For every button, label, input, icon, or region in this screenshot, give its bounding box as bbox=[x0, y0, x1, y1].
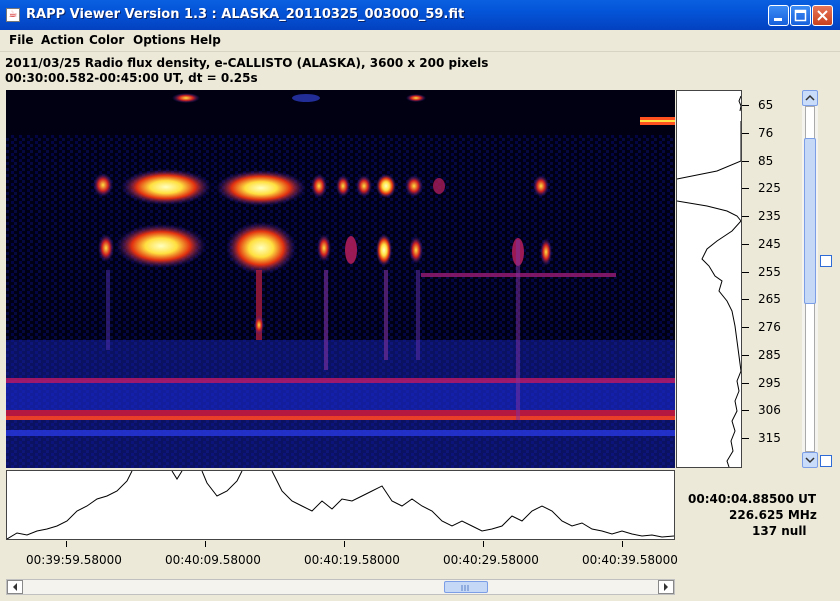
frequency-axis: 65 76 85 225 235 245 255 265 276 285 295… bbox=[742, 90, 798, 468]
close-icon bbox=[817, 10, 828, 21]
info-line-2: 00:30:00.582-00:45:00 UT, dt = 0.25s bbox=[5, 71, 258, 85]
spectrogram-plot[interactable] bbox=[6, 90, 675, 468]
time-axis: 00:39:59.58000 00:40:09.58000 00:40:19.5… bbox=[6, 541, 678, 571]
freq-label: 225 bbox=[758, 181, 781, 195]
minimize-icon bbox=[774, 18, 782, 21]
time-label: 00:40:39.58000 bbox=[582, 553, 678, 567]
scroll-left-button[interactable] bbox=[7, 580, 23, 594]
contrast-slider-knob[interactable] bbox=[820, 255, 832, 267]
grip-icon bbox=[461, 585, 469, 591]
horizontal-scroll-thumb[interactable] bbox=[444, 581, 488, 593]
time-label: 00:40:09.58000 bbox=[165, 553, 261, 567]
time-label: 00:40:29.58000 bbox=[443, 553, 539, 567]
freq-label: 295 bbox=[758, 376, 781, 390]
freq-label: 285 bbox=[758, 348, 781, 362]
menu-action[interactable]: Action bbox=[41, 33, 84, 47]
scroll-right-button[interactable] bbox=[658, 580, 674, 594]
light-curve-plot bbox=[6, 470, 675, 540]
vertical-scroll-thumb[interactable] bbox=[804, 138, 816, 304]
java-app-icon: ☕ bbox=[6, 8, 20, 22]
menu-bar: File Action Color Options Help bbox=[0, 30, 840, 52]
freq-label: 65 bbox=[758, 98, 774, 112]
menu-color[interactable]: Color bbox=[89, 33, 124, 47]
close-button[interactable] bbox=[812, 5, 833, 26]
spectrum-profile-plot bbox=[676, 90, 742, 468]
spectrum-profile-line bbox=[676, 95, 742, 468]
cursor-frequency-readout: 226.625 MHz bbox=[729, 508, 817, 522]
window-titlebar: ☕ RAPP Viewer Version 1.3 : ALASKA_20110… bbox=[0, 0, 840, 30]
freq-label: 276 bbox=[758, 320, 781, 334]
light-curve-line bbox=[6, 470, 675, 540]
time-label: 00:40:19.58000 bbox=[304, 553, 400, 567]
maximize-button[interactable] bbox=[790, 5, 811, 26]
menu-options[interactable]: Options bbox=[133, 33, 186, 47]
freq-label: 76 bbox=[758, 126, 774, 140]
arrow-right-icon bbox=[664, 583, 668, 591]
menu-help[interactable]: Help bbox=[190, 33, 221, 47]
freq-label: 265 bbox=[758, 292, 781, 306]
spectrogram-image bbox=[6, 90, 675, 468]
menu-file[interactable]: File bbox=[9, 33, 34, 47]
minimize-button[interactable] bbox=[768, 5, 789, 26]
cursor-time-readout: 00:40:04.88500 UT bbox=[688, 492, 817, 506]
freq-label: 85 bbox=[758, 154, 774, 168]
scroll-up-button[interactable] bbox=[802, 90, 818, 106]
maximize-icon bbox=[794, 9, 807, 22]
freq-label: 315 bbox=[758, 431, 781, 445]
arrow-down-icon bbox=[805, 457, 815, 464]
freq-label: 255 bbox=[758, 265, 781, 279]
brightness-slider-knob[interactable] bbox=[820, 455, 832, 467]
arrow-left-icon bbox=[13, 583, 17, 591]
vertical-scrollbar[interactable] bbox=[802, 90, 818, 468]
horizontal-scrollbar[interactable] bbox=[6, 579, 675, 595]
freq-label: 235 bbox=[758, 209, 781, 223]
arrow-up-icon bbox=[805, 94, 815, 101]
info-line-1: 2011/03/25 Radio flux density, e-CALLIST… bbox=[5, 56, 489, 70]
freq-label: 245 bbox=[758, 237, 781, 251]
cursor-value-readout: 137 null bbox=[752, 524, 807, 538]
window-title: RAPP Viewer Version 1.3 : ALASKA_2011032… bbox=[26, 7, 465, 22]
freq-label: 306 bbox=[758, 403, 781, 417]
scroll-down-button[interactable] bbox=[802, 452, 818, 468]
time-label: 00:39:59.58000 bbox=[26, 553, 122, 567]
